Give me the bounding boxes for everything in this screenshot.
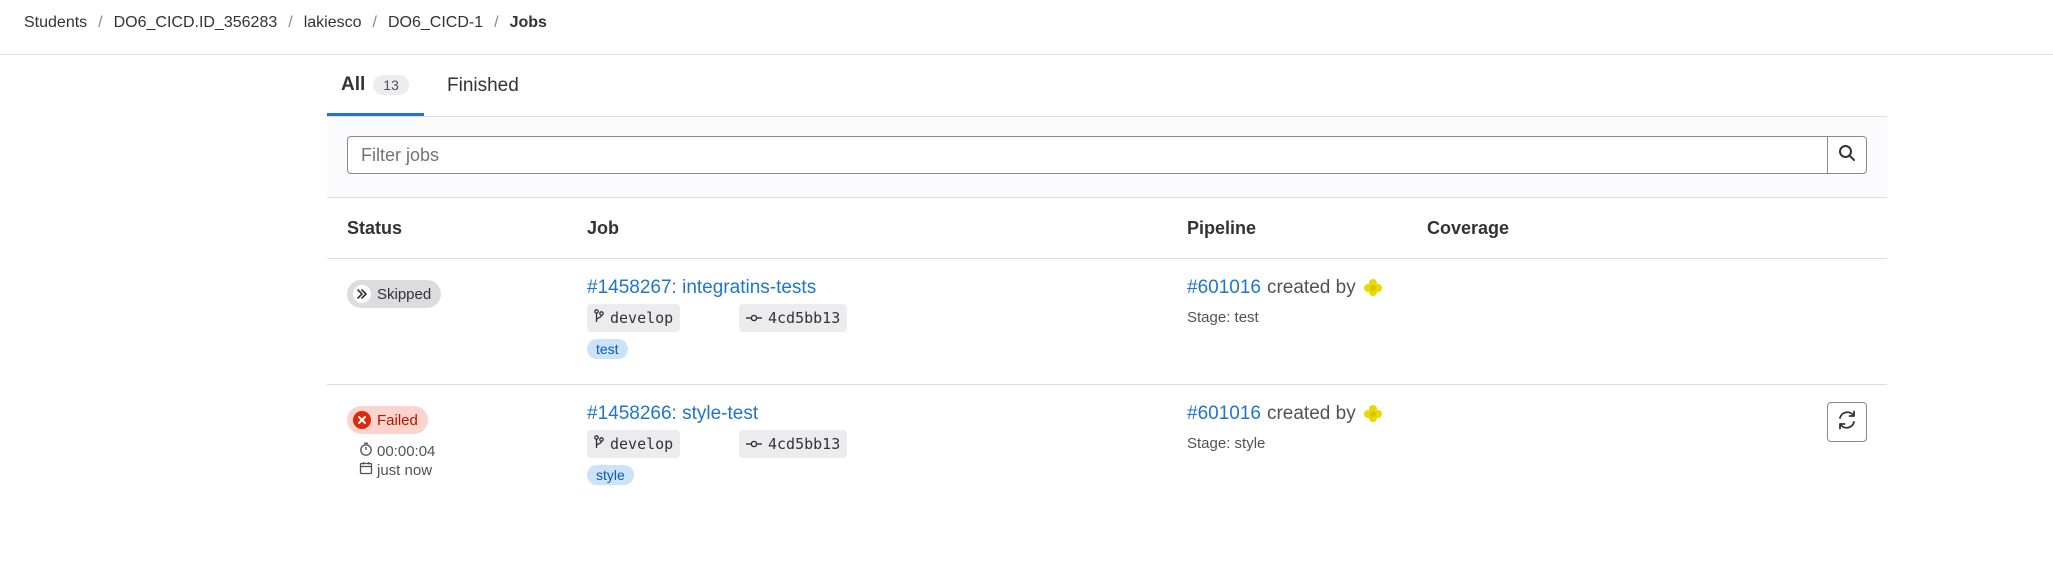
column-header-pipeline: Pipeline: [1187, 217, 1257, 238]
created-by-label: created by: [1266, 403, 1356, 424]
filter-bar: [327, 117, 1887, 198]
tab-all[interactable]: All 13: [327, 56, 424, 116]
retry-button[interactable]: [1827, 402, 1867, 442]
jobs-page: All 13 Finished Status Job Pipeline Cove…: [327, 56, 1887, 485]
job-link[interactable]: #1458267: integratins-tests: [587, 277, 816, 299]
job-duration: 00:00:04: [359, 442, 435, 460]
avatar[interactable]: [1362, 403, 1384, 425]
branch-chip[interactable]: develop: [587, 430, 681, 458]
column-header-job: Job: [587, 217, 620, 238]
breadcrumb-separator: /: [98, 14, 103, 31]
pipeline-info: #601016 created by: [1187, 403, 1384, 425]
retry-icon: [1836, 409, 1858, 436]
pipeline-link[interactable]: #601016: [1187, 403, 1261, 425]
breadcrumb-current[interactable]: Jobs: [510, 14, 547, 32]
pipeline-info: #601016 created by: [1187, 277, 1384, 299]
branch-name: develop: [610, 435, 674, 453]
tab-all-label: All: [341, 73, 366, 95]
breadcrumb-separator: /: [288, 14, 293, 31]
jobs-tabs: All 13 Finished: [327, 56, 1887, 117]
commit-sha: 4cd5bb13: [768, 309, 841, 327]
column-header-status: Status: [347, 217, 403, 238]
duration-value: 00:00:04: [377, 442, 436, 460]
column-header-coverage: Coverage: [1427, 217, 1510, 238]
commit-chip[interactable]: 4cd5bb13: [739, 304, 848, 332]
breadcrumb-separator: /: [372, 14, 377, 31]
status-label: Failed: [377, 411, 418, 429]
commit-chip[interactable]: 4cd5bb13: [739, 430, 848, 458]
breadcrumb-students[interactable]: Students: [24, 14, 87, 32]
status-badge[interactable]: Skipped: [347, 280, 442, 308]
commit-sha: 4cd5bb13: [768, 435, 841, 453]
breadcrumb-separator: /: [494, 14, 499, 31]
branch-name: develop: [610, 309, 674, 327]
breadcrumb-group[interactable]: DO6_CICD.ID_356283: [114, 14, 278, 32]
table-header: Status Job Pipeline Coverage: [327, 198, 1887, 259]
commit-icon: [746, 309, 768, 327]
failed-icon: [353, 411, 371, 429]
calendar-icon: [359, 461, 377, 479]
branch-icon: [594, 309, 610, 327]
pipeline-link[interactable]: #601016: [1187, 277, 1261, 299]
stage-label: Stage: style: [1187, 435, 1266, 452]
finished-value: just now: [377, 461, 433, 479]
search-icon: [1838, 144, 1856, 167]
tab-finished-label: Finished: [447, 75, 519, 96]
top-bar: Students / DO6_CICD.ID_356283 / lakiesco…: [0, 0, 2053, 55]
branch-chip[interactable]: develop: [587, 304, 681, 332]
status-label: Skipped: [377, 285, 432, 303]
breadcrumb-project[interactable]: DO6_CICD-1: [388, 14, 483, 32]
job-link[interactable]: #1458266: style-test: [587, 403, 758, 425]
timer-icon: [359, 442, 377, 460]
job-finished-time: just now: [359, 461, 432, 479]
avatar[interactable]: [1362, 277, 1384, 299]
branch-icon: [594, 435, 610, 453]
job-tag: test: [587, 339, 628, 359]
stage-label: Stage: test: [1187, 309, 1259, 326]
commit-icon: [746, 435, 768, 453]
filter-jobs-input[interactable]: [347, 136, 1827, 174]
tab-finished[interactable]: Finished: [435, 56, 531, 116]
table-row: Failed 00:00:04 just now #1458266: style…: [327, 385, 1887, 565]
search-button[interactable]: [1827, 136, 1867, 174]
breadcrumb: Students / DO6_CICD.ID_356283 / lakiesco…: [24, 14, 547, 32]
skipped-icon: [353, 285, 371, 303]
created-by-label: created by: [1266, 277, 1356, 298]
status-badge[interactable]: Failed: [347, 406, 428, 434]
tab-all-count: 13: [373, 74, 409, 95]
table-row: Skipped #1458267: integratins-tests deve…: [327, 259, 1887, 385]
breadcrumb-user[interactable]: lakiesco: [304, 14, 362, 32]
job-tag: style: [587, 465, 634, 485]
